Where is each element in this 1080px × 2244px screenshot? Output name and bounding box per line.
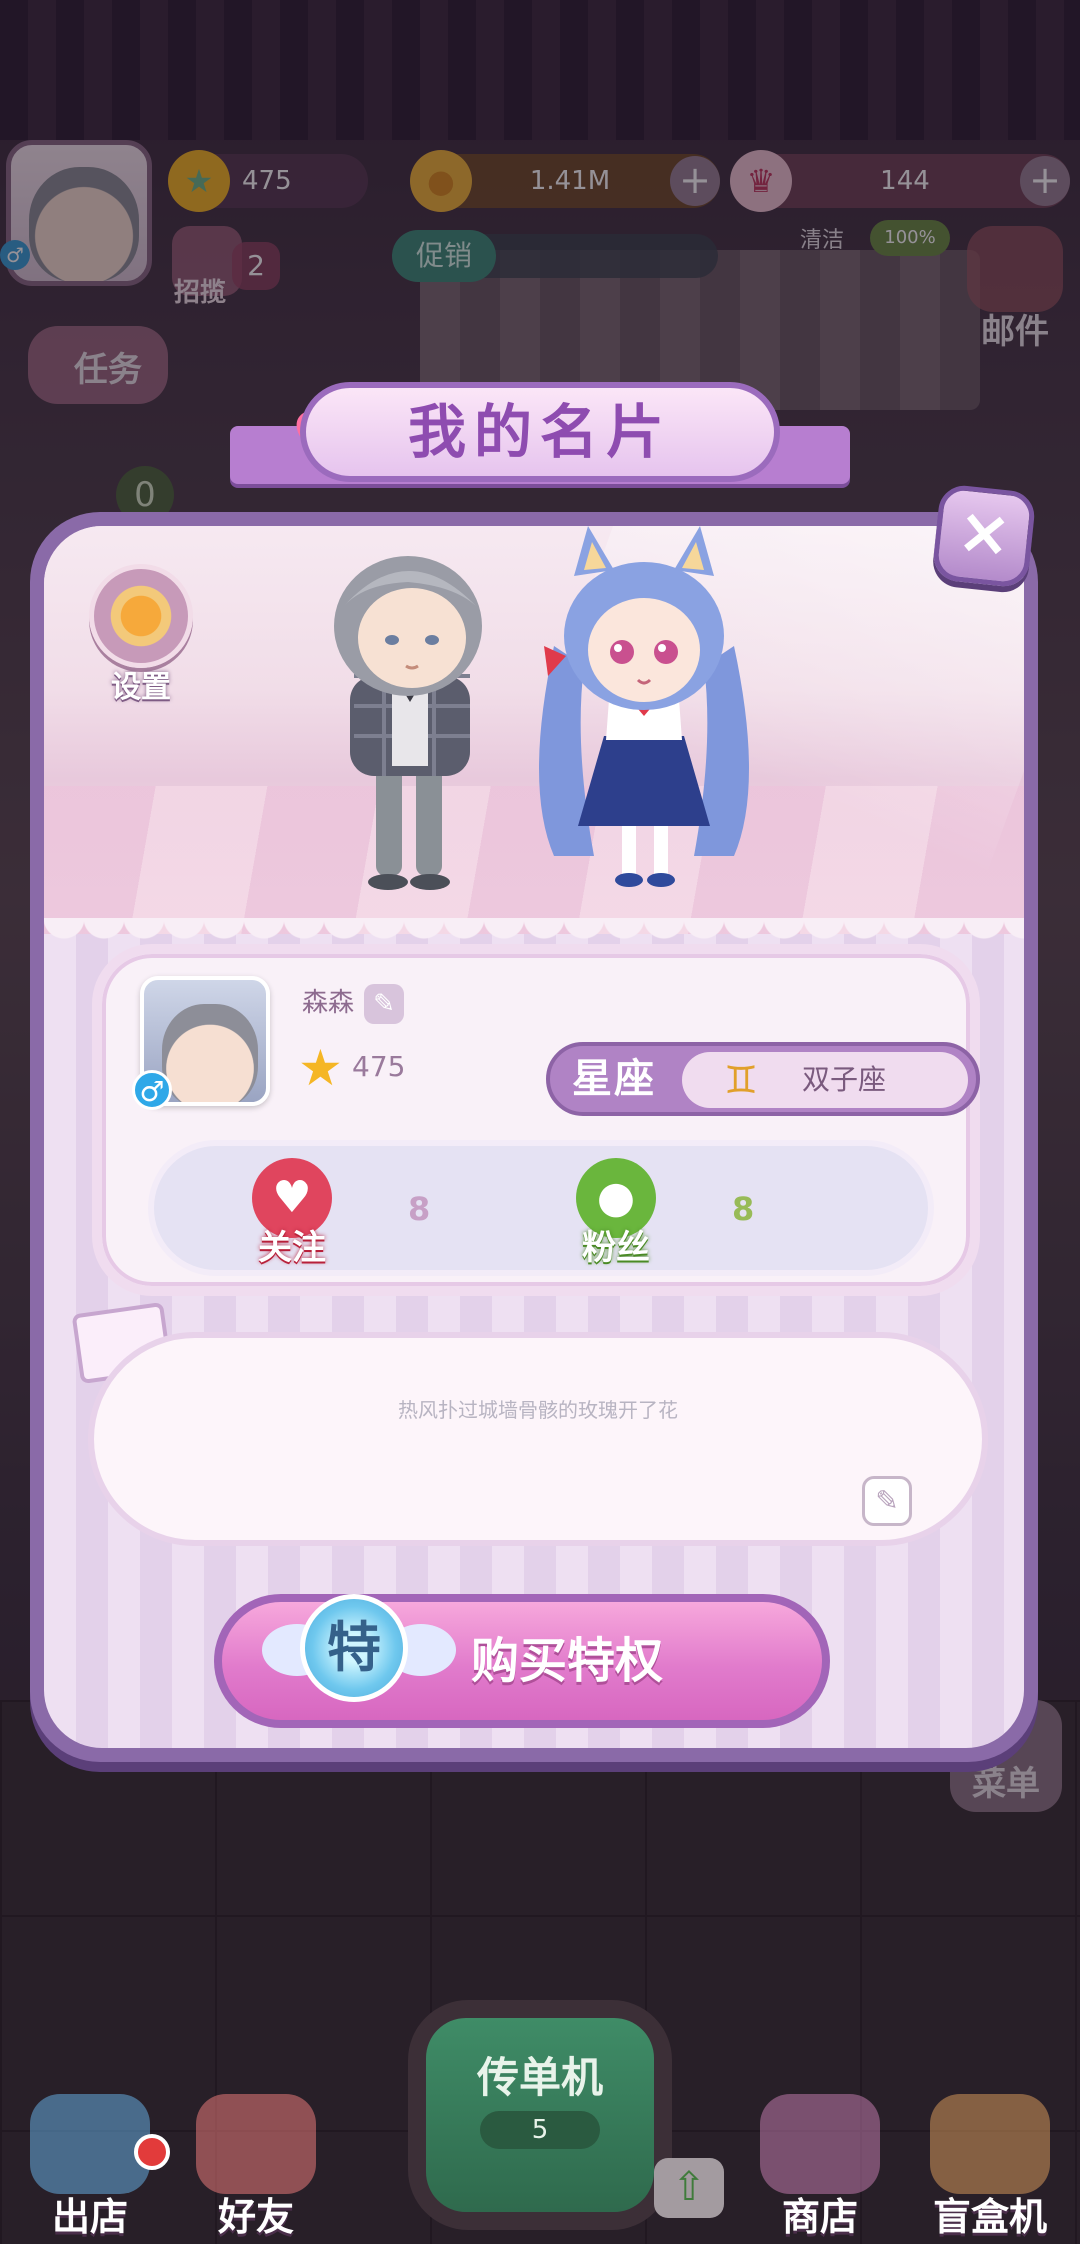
player-level: 475 — [352, 1050, 406, 1083]
female-character — [539, 526, 749, 887]
player-name: 森森 ✎ — [302, 982, 405, 1024]
bio-text: 热风扑过城墙骨骸的玫瑰开了花 — [398, 1398, 678, 1422]
character-stage: 设置 — [44, 526, 1024, 934]
shop-button[interactable]: 商店 — [740, 2094, 900, 2241]
business-card-modal: 设置 ♂ 森森 ✎ ★ 475 星座 ♊ 双子座 ♥ 关注 8 ● 粉丝 8 热… — [30, 512, 1038, 1762]
bio-box[interactable]: 热风扑过城墙骨骸的玫瑰开了花 ✎ — [88, 1332, 988, 1546]
flyer-machine-label: 传单机 — [476, 2053, 603, 2102]
fans-button[interactable]: ● 粉丝 — [556, 1158, 676, 1270]
gear-icon — [89, 564, 193, 668]
arrow-up-icon: ⇧ — [672, 2164, 706, 2210]
zodiac-field[interactable]: 星座 ♊ 双子座 — [546, 1042, 980, 1116]
zodiac-label: 星座 — [572, 1056, 656, 1102]
close-icon: × — [953, 493, 1015, 573]
modal-title-ribbon: ♥ ♥ 我的名片 — [230, 382, 850, 502]
social-stats: ♥ 关注 8 ● 粉丝 8 — [148, 1140, 934, 1276]
hearts-icon — [196, 2094, 316, 2194]
edit-name-icon[interactable]: ✎ — [364, 983, 405, 1024]
settings-button[interactable]: 设置 — [86, 564, 196, 706]
shop-icon — [760, 2094, 880, 2194]
male-character — [334, 556, 482, 890]
buy-privilege-label: 购买特权 — [470, 1633, 663, 1689]
settings-label: 设置 — [111, 670, 171, 705]
blind-box-label: 盲盒机 — [932, 2195, 1047, 2239]
male-gender-icon: ♂ — [132, 1070, 172, 1110]
edit-bio-icon[interactable]: ✎ — [862, 1476, 912, 1526]
fans-count: 8 — [732, 1190, 755, 1228]
go-out-label: 出店 — [51, 2195, 128, 2239]
balloon-icon — [30, 2094, 150, 2194]
zodiac-value: 双子座 — [802, 1063, 887, 1096]
close-button[interactable]: × — [931, 483, 1037, 589]
modal-title: 我的名片 — [407, 398, 672, 466]
notification-dot — [134, 2134, 170, 2170]
vending-machine-icon — [930, 2094, 1050, 2194]
follow-count: 8 — [408, 1190, 431, 1228]
fans-label: 粉丝 — [582, 1228, 650, 1268]
gemini-icon: ♊ — [724, 1058, 759, 1102]
blind-box-button[interactable]: 盲盒机 — [910, 2094, 1070, 2241]
follow-label: 关注 — [258, 1228, 326, 1268]
level-star-icon: ★ — [298, 1039, 343, 1097]
shop-label: 商店 — [781, 2195, 858, 2239]
player-name-text: 森森 — [302, 988, 355, 1018]
flyer-machine-button[interactable]: 传单机 5 — [408, 2000, 672, 2230]
flyer-count: 5 — [480, 2111, 600, 2149]
buy-privilege-button[interactable]: 特 购买特权 — [214, 1594, 830, 1728]
follow-button[interactable]: ♥ 关注 — [232, 1158, 352, 1270]
upgrade-arrow-button[interactable]: ⇧ — [654, 2158, 724, 2218]
friends-button[interactable]: 好友 — [176, 2094, 336, 2241]
profile-card: ♂ 森森 ✎ ★ 475 星座 ♊ 双子座 ♥ 关注 8 ● 粉丝 8 — [92, 944, 980, 1296]
friends-label: 好友 — [217, 2195, 294, 2239]
